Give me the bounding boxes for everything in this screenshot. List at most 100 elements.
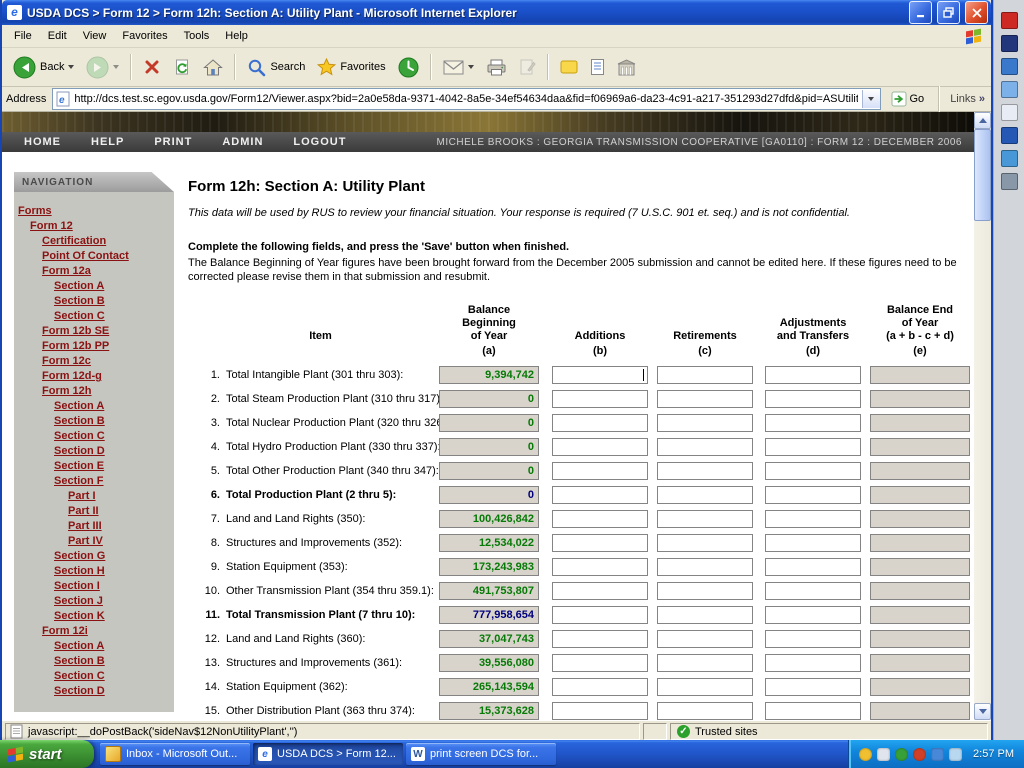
sidebar-link-section-g-23[interactable]: Section G xyxy=(54,549,174,564)
close-button[interactable] xyxy=(965,1,988,24)
forward-button[interactable] xyxy=(81,53,124,82)
field-c-row-11[interactable] xyxy=(657,606,753,624)
sidebar-link-form-12c-10[interactable]: Form 12c xyxy=(42,354,174,369)
links-button[interactable]: Links » xyxy=(950,93,987,105)
menu-view[interactable]: View xyxy=(75,27,115,45)
dock-icon-8[interactable] xyxy=(1001,173,1018,190)
dock-icon-6[interactable] xyxy=(1001,127,1018,144)
home-button[interactable] xyxy=(198,55,228,80)
dock-icon-2[interactable] xyxy=(1001,35,1018,52)
stop-button[interactable] xyxy=(138,55,166,79)
field-d-row-3[interactable] xyxy=(765,414,861,432)
search-button[interactable]: Search xyxy=(242,55,310,80)
start-button[interactable]: start xyxy=(0,740,94,768)
field-d-row-13[interactable] xyxy=(765,654,861,672)
field-b-row-11[interactable] xyxy=(552,606,648,624)
mail-dropdown-icon[interactable] xyxy=(468,65,474,69)
field-c-row-15[interactable] xyxy=(657,702,753,720)
sidebar-link-form-12a-4[interactable]: Form 12a xyxy=(42,264,174,279)
menu-edit[interactable]: Edit xyxy=(40,27,75,45)
sidebar-link-part-iv-22[interactable]: Part IV xyxy=(68,534,174,549)
dock-icon-4[interactable] xyxy=(1001,81,1018,98)
sidebar-link-form-12b-se-8[interactable]: Form 12b SE xyxy=(42,324,174,339)
sidebar-link-section-c-15[interactable]: Section C xyxy=(54,429,174,444)
sidebar-link-form-12i-28[interactable]: Form 12i xyxy=(42,624,174,639)
sidebar-link-section-k-27[interactable]: Section K xyxy=(54,609,174,624)
field-b-row-1[interactable] xyxy=(552,366,648,384)
field-c-row-10[interactable] xyxy=(657,582,753,600)
minimize-button[interactable] xyxy=(909,1,932,24)
forward-dropdown-icon[interactable] xyxy=(113,65,119,69)
back-dropdown-icon[interactable] xyxy=(68,65,74,69)
vertical-scrollbar[interactable] xyxy=(974,112,991,720)
taskbar-button-ie[interactable]: eUSDA DCS > Form 12... xyxy=(253,743,403,765)
refresh-button[interactable] xyxy=(168,55,196,79)
field-b-row-15[interactable] xyxy=(552,702,648,720)
edit-button[interactable] xyxy=(514,55,541,79)
taskbar-button-word[interactable]: Wprint screen DCS for... xyxy=(406,743,556,765)
field-b-row-6[interactable] xyxy=(552,486,648,504)
scroll-up-button[interactable] xyxy=(974,112,991,129)
sidebar-link-section-b-30[interactable]: Section B xyxy=(54,654,174,669)
scroll-down-button[interactable] xyxy=(974,703,991,720)
sidebar-link-form-12d-g-11[interactable]: Form 12d-g xyxy=(42,369,174,384)
print-button[interactable] xyxy=(481,56,512,79)
field-d-row-4[interactable] xyxy=(765,438,861,456)
sidebar-link-section-i-25[interactable]: Section I xyxy=(54,579,174,594)
sidebar-link-section-h-24[interactable]: Section H xyxy=(54,564,174,579)
discuss-button[interactable] xyxy=(612,56,641,79)
menu-favorites[interactable]: Favorites xyxy=(114,27,175,45)
field-c-row-12[interactable] xyxy=(657,630,753,648)
sidebar-link-form-12b-pp-9[interactable]: Form 12b PP xyxy=(42,339,174,354)
field-c-row-8[interactable] xyxy=(657,534,753,552)
sidebar-link-section-a-13[interactable]: Section A xyxy=(54,399,174,414)
sidebar-link-section-d-16[interactable]: Section D xyxy=(54,444,174,459)
address-input[interactable]: e http://dcs.test.sc.egov.usda.gov/Form1… xyxy=(52,88,880,110)
field-b-row-4[interactable] xyxy=(552,438,648,456)
tray-icon-1[interactable] xyxy=(859,748,872,761)
favorites-button[interactable]: Favorites xyxy=(312,55,390,79)
field-b-row-9[interactable] xyxy=(552,558,648,576)
field-d-row-11[interactable] xyxy=(765,606,861,624)
sidebar-link-form-12-1[interactable]: Form 12 xyxy=(30,219,174,234)
sidebar-link-section-d-32[interactable]: Section D xyxy=(54,684,174,699)
restore-button[interactable] xyxy=(937,1,960,24)
sidebar-link-point-of-contact-3[interactable]: Point Of Contact xyxy=(42,249,174,264)
field-c-row-5[interactable] xyxy=(657,462,753,480)
field-d-row-2[interactable] xyxy=(765,390,861,408)
field-b-row-3[interactable] xyxy=(552,414,648,432)
history-button[interactable] xyxy=(393,54,424,81)
field-c-row-4[interactable] xyxy=(657,438,753,456)
sidebar-link-section-j-26[interactable]: Section J xyxy=(54,594,174,609)
back-button[interactable]: Back xyxy=(8,53,79,82)
field-b-row-2[interactable] xyxy=(552,390,648,408)
dock-icon-5[interactable] xyxy=(1001,104,1018,121)
dock-icon-3[interactable] xyxy=(1001,58,1018,75)
sitenav-print[interactable]: PRINT xyxy=(154,136,192,148)
field-d-row-12[interactable] xyxy=(765,630,861,648)
sitenav-home[interactable]: HOME xyxy=(24,136,61,148)
field-d-row-9[interactable] xyxy=(765,558,861,576)
field-b-row-14[interactable] xyxy=(552,678,648,696)
field-c-row-3[interactable] xyxy=(657,414,753,432)
sidebar-link-part-iii-21[interactable]: Part III xyxy=(68,519,174,534)
sitenav-logout[interactable]: LOGOUT xyxy=(293,136,346,148)
field-b-row-7[interactable] xyxy=(552,510,648,528)
field-d-row-7[interactable] xyxy=(765,510,861,528)
field-d-row-15[interactable] xyxy=(765,702,861,720)
go-button[interactable]: Go xyxy=(887,91,929,107)
sitenav-help[interactable]: HELP xyxy=(91,136,124,148)
tray-icon-3[interactable] xyxy=(895,748,908,761)
field-b-row-10[interactable] xyxy=(552,582,648,600)
field-c-row-6[interactable] xyxy=(657,486,753,504)
field-c-row-13[interactable] xyxy=(657,654,753,672)
field-d-row-10[interactable] xyxy=(765,582,861,600)
messenger-button[interactable] xyxy=(555,56,583,78)
field-d-row-1[interactable] xyxy=(765,366,861,384)
menu-help[interactable]: Help xyxy=(217,27,256,45)
sidebar-link-section-b-6[interactable]: Section B xyxy=(54,294,174,309)
sidebar-link-section-b-14[interactable]: Section B xyxy=(54,414,174,429)
sidebar-link-section-c-31[interactable]: Section C xyxy=(54,669,174,684)
menu-tools[interactable]: Tools xyxy=(176,27,218,45)
field-b-row-8[interactable] xyxy=(552,534,648,552)
